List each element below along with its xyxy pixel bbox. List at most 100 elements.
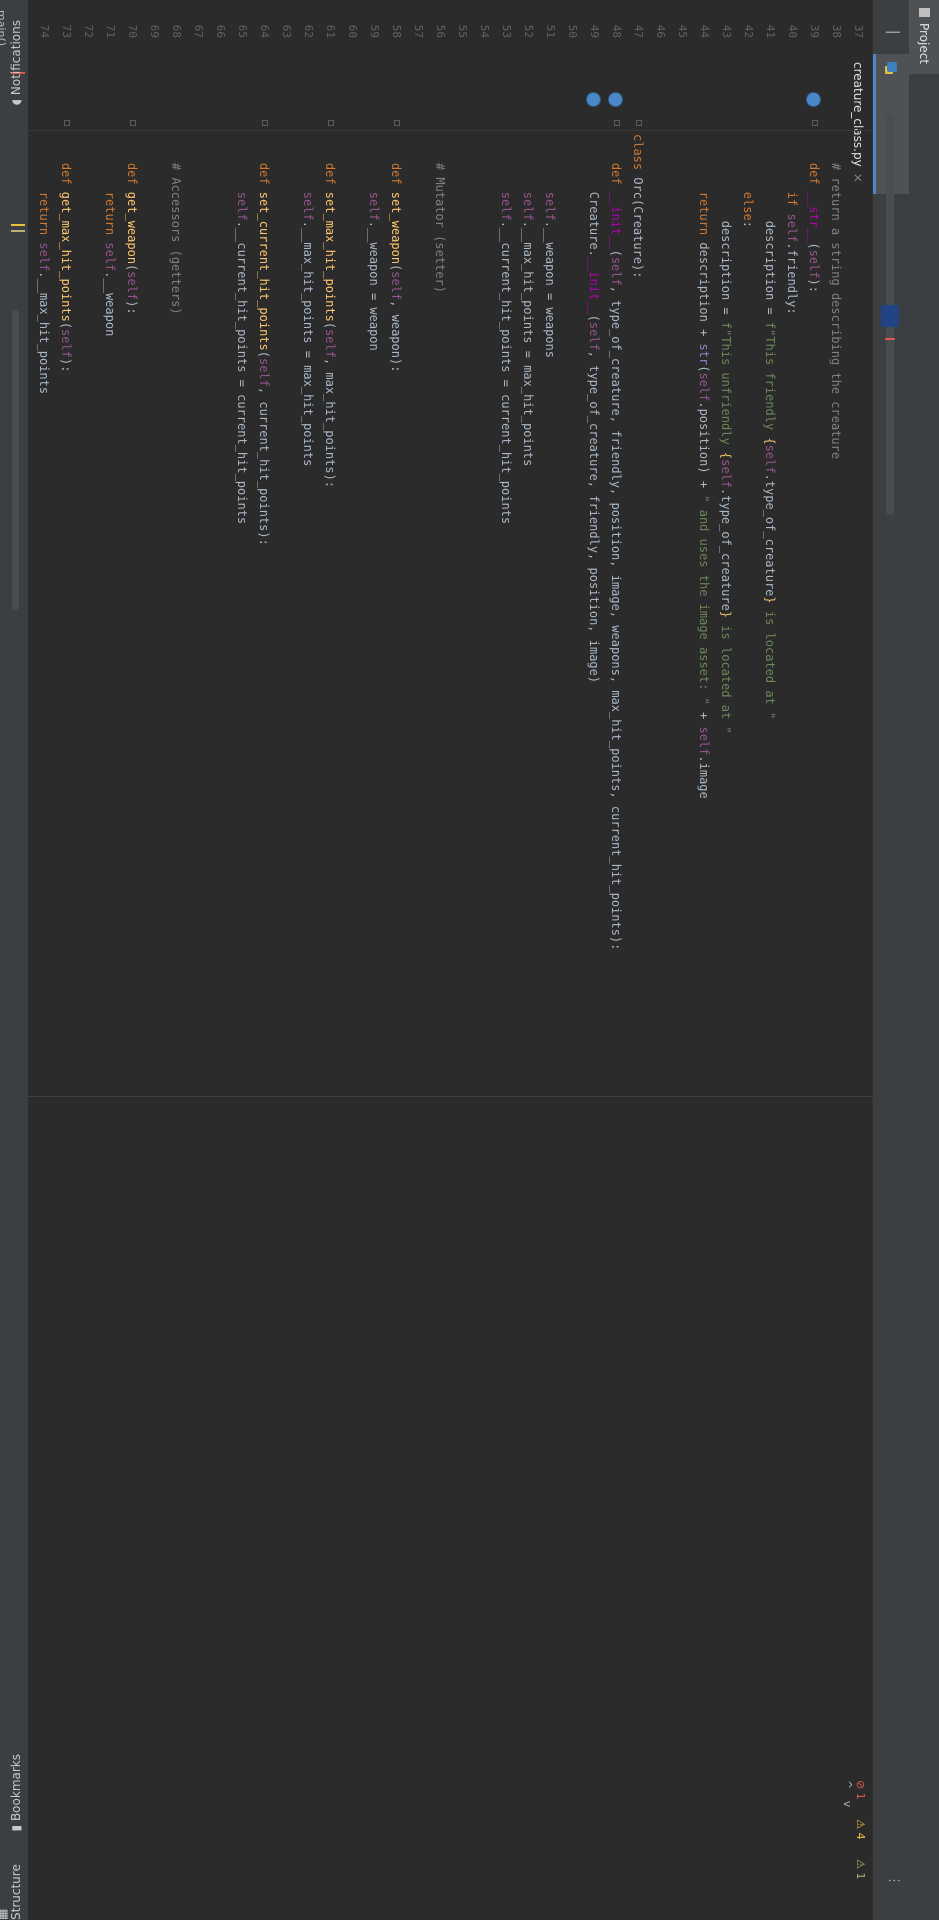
code-line[interactable]: 39 def __str__(self): [803,0,825,1920]
code-token: __init__ [609,191,623,250]
code-token: return [37,134,51,243]
code-line[interactable]: 74 return self.__max_hit_points [33,0,55,1920]
code-line[interactable]: 70 def get_weapon(self): [121,0,143,1920]
code-token: .__max_hit_points = max_hit_points [521,220,535,467]
code-line[interactable]: 53 self.__current_hit_points = current_h… [495,0,517,1920]
override-marker-icon[interactable] [586,92,601,107]
code-line[interactable]: 51 self.__weapon = weapons [539,0,561,1920]
code-text: self.__max_hit_points = max_hit_points [297,134,319,467]
code-line[interactable]: 47 class Orc(Creature): [627,0,649,1920]
line-number: 45 [676,24,689,38]
code-line[interactable]: 48 def __init__(self, type_of_creature, … [605,0,627,1920]
code-line[interactable]: 62 self.__max_hit_points = max_hit_point… [297,0,319,1920]
code-line[interactable]: 65 self.__current_hit_points = current_h… [231,0,253,1920]
right-tool-strip: Project [908,0,939,1920]
code-line[interactable]: 57 [407,0,429,1920]
code-line[interactable]: 64 def set_current_hit_points(self, curr… [253,0,275,1920]
fold-toggle-icon[interactable] [636,120,642,126]
override-marker-icon[interactable] [806,92,821,107]
bookmarks-tool-tab[interactable]: ▮ Bookmarks [9,1754,23,1831]
warning-stripe-mark[interactable] [11,224,25,226]
project-tool-tab[interactable]: Project [909,0,939,74]
code-token: class [631,134,645,178]
line-number: 58 [390,24,403,38]
code-token: .position) + [697,401,711,496]
code-line[interactable]: 59 self.__weapon = weapon [363,0,385,1920]
code-line[interactable]: 69 [143,0,165,1920]
structure-icon: ▦ [0,1909,9,1920]
code-token: self [587,321,601,351]
code-token: , type_of_creature, friendly, position, … [587,350,601,684]
code-line[interactable]: 49 Creature.__init__(self, type_of_creat… [583,0,605,1920]
code-line[interactable]: 40 if self.friendly: [781,0,803,1920]
code-line[interactable]: 43 description = f"This unfriendly {self… [715,0,737,1920]
code-line[interactable]: 55 [451,0,473,1920]
code-editor[interactable]: 37 38 # return a string describing the cr… [0,0,873,1920]
tab-more-icon[interactable]: | [885,28,901,36]
code-line[interactable]: 54 [473,0,495,1920]
line-number: 56 [434,24,447,38]
fold-toggle-icon[interactable] [328,120,334,126]
line-number: 48 [610,24,623,38]
code-line[interactable]: 38 # return a string describing the crea… [825,0,847,1920]
line-number: 49 [588,24,601,38]
notifications-tool-tab[interactable]: ◖ Notifications [9,20,23,105]
code-text: return description + str(self.position) … [693,134,715,799]
code-token: str [697,343,711,366]
code-token: def [257,134,271,192]
code-token: " and uses the image asset: " [697,495,711,705]
code-line[interactable]: 71 return self.__weapon [99,0,121,1920]
structure-tool-tab[interactable]: ▦ Structure [0,1854,23,1920]
fold-toggle-icon[interactable] [394,120,400,126]
code-line[interactable]: 66 [209,0,231,1920]
line-number: 39 [808,24,821,38]
line-number: 46 [654,24,667,38]
code-token: ): [807,278,821,293]
line-number: 66 [214,24,227,38]
fold-toggle-icon[interactable] [614,120,620,126]
code-token: } [763,596,777,604]
code-token: is located at " [763,603,777,720]
code-line[interactable]: 44 return description + str(self.positio… [693,0,715,1920]
fold-toggle-icon[interactable] [130,120,136,126]
code-token: .type_of_creature [763,473,777,597]
code-line[interactable]: 45 [671,0,693,1920]
code-line[interactable]: 58 def set_weapon(self, weapon): [385,0,407,1920]
code-token: return [103,134,117,243]
code-line[interactable]: 60 [341,0,363,1920]
tab-menu-icon[interactable]: ⋮ [886,1874,901,1887]
code-line[interactable]: 56 # Mutator (setter) [429,0,451,1920]
scrollbar-thumb[interactable] [12,310,19,610]
code-line[interactable]: 67 [187,0,209,1920]
fold-toggle-icon[interactable] [262,120,268,126]
code-line[interactable]: 52 self.__max_hit_points = max_hit_point… [517,0,539,1920]
weak-warning-stripe-mark[interactable] [11,230,25,232]
code-line[interactable]: 42 else: [737,0,759,1920]
code-line[interactable]: 68 # Accessors (getters) [165,0,187,1920]
code-line[interactable]: 46 [649,0,671,1920]
code-token: def [125,134,139,192]
code-line[interactable]: 63 [275,0,297,1920]
code-token: self [543,134,557,221]
fold-toggle-icon[interactable] [64,120,70,126]
code-text: def get_weapon(self): [121,134,143,315]
breadcrumb[interactable]: main() [0,10,8,46]
code-line[interactable]: 41 description = f"This friendly {self.t… [759,0,781,1920]
code-token: # Accessors (getters) [169,134,183,315]
code-line[interactable]: 72 [77,0,99,1920]
code-text: self.__current_hit_points = current_hit_… [231,134,253,524]
code-text: def __init__(self, type_of_creature, fri… [605,134,627,951]
line-number: 72 [82,24,95,38]
code-text: return self.__max_hit_points [33,134,55,394]
code-line[interactable]: 50 [561,0,583,1920]
python-file-icon [887,62,897,72]
code-line[interactable]: 61 def set_max_hit_points(self, max_hit_… [319,0,341,1920]
code-text: description = f"This unfriendly {self.ty… [715,134,737,734]
fold-toggle-icon[interactable] [812,120,818,126]
override-marker-icon[interactable] [608,92,623,107]
code-token: ( [807,242,821,250]
code-line[interactable]: 73 def get_max_hit_points(self): [55,0,77,1920]
code-line[interactable]: 37 [847,0,869,1920]
code-token: self [323,329,337,358]
line-number: 63 [280,24,293,38]
